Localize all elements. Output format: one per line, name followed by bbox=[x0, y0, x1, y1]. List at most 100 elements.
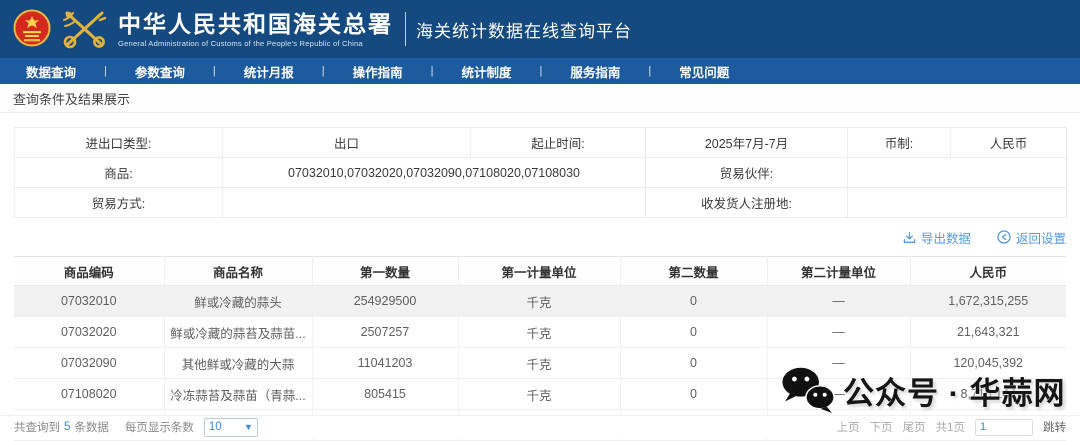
agency-title-block: 中华人民共和国海关总署 General Administration of Cu… bbox=[118, 11, 393, 48]
query-label-trade-mode: 贸易方式: bbox=[15, 188, 223, 218]
page-jump-input[interactable] bbox=[975, 419, 1033, 436]
cell-first-quantity: 805415 bbox=[312, 379, 458, 410]
nav-separator: | bbox=[322, 65, 325, 77]
cell-commodity-name: 鲜或冷藏的蒜苔及蒜苗... bbox=[164, 317, 312, 348]
table-row[interactable]: 07032020 鲜或冷藏的蒜苔及蒜苗... 2507257 千克 0 — 21… bbox=[14, 317, 1066, 348]
nav-separator: | bbox=[104, 65, 107, 77]
return-settings-label: 返回设置 bbox=[1016, 228, 1066, 247]
agency-title-en: General Administration of Customs of the… bbox=[118, 39, 393, 48]
cell-rmb: 21,643,321 bbox=[910, 317, 1066, 348]
last-page-button[interactable]: 尾页 bbox=[903, 419, 926, 435]
query-label-currency: 币制: bbox=[848, 128, 951, 158]
cell-second-quantity: 0 bbox=[620, 348, 767, 379]
query-label-commodity: 商品: bbox=[15, 158, 223, 188]
cell-commodity-code: 07032090 bbox=[14, 348, 164, 379]
national-emblem-icon bbox=[12, 9, 52, 49]
nav-separator: | bbox=[431, 65, 434, 77]
cell-second-unit: — bbox=[767, 286, 910, 317]
total-prefix: 共查询到 bbox=[14, 419, 60, 435]
col-header-commodity-code: 商品编码 bbox=[14, 257, 164, 286]
query-label-date-range: 起止时间: bbox=[471, 128, 646, 158]
total-suffix: 条数据 bbox=[74, 419, 109, 435]
col-header-first-quantity: 第一数量 bbox=[312, 257, 458, 286]
cell-commodity-code: 07032020 bbox=[14, 317, 164, 348]
cell-second-unit: — bbox=[767, 317, 910, 348]
col-header-first-unit: 第一计量单位 bbox=[458, 257, 620, 286]
query-value-currency: 人民币 bbox=[951, 128, 1067, 158]
results-table: 商品编码 商品名称 第一数量 第一计量单位 第二数量 第二计量单位 人民币 07… bbox=[14, 256, 1066, 441]
query-label-io-type: 进出口类型: bbox=[15, 128, 223, 158]
nav-separator: | bbox=[540, 65, 543, 77]
cell-commodity-name: 其他鲜或冷藏的大蒜 bbox=[164, 348, 312, 379]
footer-bar: 共查询到 5 条数据 每页显示条数 10 ▼ 上页 下页 尾页 共1页 跳转 bbox=[0, 415, 1080, 438]
export-data-label: 导出数据 bbox=[921, 228, 971, 247]
main-nav: 数据查询 | 参数查询 | 统计月报 | 操作指南 | 统计制度 | 服务指南 … bbox=[0, 58, 1080, 84]
total-count: 5 bbox=[64, 421, 70, 433]
query-value-date-range: 2025年7月-7月 bbox=[646, 128, 848, 158]
cell-second-unit: — bbox=[767, 348, 910, 379]
next-page-button[interactable]: 下页 bbox=[870, 419, 893, 435]
cell-commodity-name: 冷冻蒜苔及蒜苗（青蒜... bbox=[164, 379, 312, 410]
nav-item-operation-guide[interactable]: 操作指南 bbox=[349, 62, 407, 81]
nav-item-statistic-system[interactable]: 统计制度 bbox=[458, 62, 516, 81]
query-value-registration-place bbox=[848, 188, 1067, 218]
query-conditions-table: 进出口类型: 出口 起止时间: 2025年7月-7月 币制: 人民币 商品: 0… bbox=[14, 127, 1067, 218]
dropdown-caret-icon: ▼ bbox=[244, 422, 253, 432]
query-value-commodity: 07032010,07032020,07032090,07108020,0710… bbox=[223, 158, 646, 188]
cell-first-unit: 千克 bbox=[458, 317, 620, 348]
nav-item-param-query[interactable]: 参数查询 bbox=[131, 62, 189, 81]
query-row: 贸易方式: 收发货人注册地: bbox=[15, 188, 1067, 218]
per-page-label: 每页显示条数 bbox=[125, 419, 194, 435]
table-row[interactable]: 07032010 鲜或冷藏的蒜头 254929500 千克 0 — 1,672,… bbox=[14, 286, 1066, 317]
prev-page-button[interactable]: 上页 bbox=[837, 419, 860, 435]
jump-button[interactable]: 跳转 bbox=[1043, 419, 1066, 435]
customs-key-icon bbox=[58, 6, 110, 52]
nav-item-data-query[interactable]: 数据查询 bbox=[22, 62, 80, 81]
cell-second-quantity: 0 bbox=[620, 317, 767, 348]
query-value-trade-mode bbox=[223, 188, 646, 218]
nav-item-monthly-report[interactable]: 统计月报 bbox=[240, 62, 298, 81]
result-summary: 共查询到 5 条数据 每页显示条数 10 ▼ bbox=[14, 418, 258, 437]
table-row[interactable]: 07108020 冷冻蒜苔及蒜苗（青蒜... 805415 千克 0 — 8,7… bbox=[14, 379, 1066, 410]
download-icon bbox=[903, 231, 916, 244]
per-page-select[interactable]: 10 ▼ bbox=[204, 418, 258, 437]
query-row: 商品: 07032010,07032020,07032090,07108020,… bbox=[15, 158, 1067, 188]
nav-item-faq[interactable]: 常见问题 bbox=[675, 62, 733, 81]
cell-first-quantity: 254929500 bbox=[312, 286, 458, 317]
cell-first-unit: 千克 bbox=[458, 379, 620, 410]
cell-second-unit: — bbox=[767, 379, 910, 410]
col-header-second-unit: 第二计量单位 bbox=[767, 257, 910, 286]
breadcrumb: 查询条件及结果展示 bbox=[0, 84, 1080, 113]
query-row: 进出口类型: 出口 起止时间: 2025年7月-7月 币制: 人民币 bbox=[15, 128, 1067, 158]
return-settings-button[interactable]: 返回设置 bbox=[997, 228, 1066, 247]
col-header-second-quantity: 第二数量 bbox=[620, 257, 767, 286]
cell-commodity-code: 07032010 bbox=[14, 286, 164, 317]
table-row[interactable]: 07032090 其他鲜或冷藏的大蒜 11041203 千克 0 — 120,0… bbox=[14, 348, 1066, 379]
header-divider bbox=[405, 12, 406, 46]
query-value-io-type: 出口 bbox=[223, 128, 471, 158]
results-header-row: 商品编码 商品名称 第一数量 第一计量单位 第二数量 第二计量单位 人民币 bbox=[14, 257, 1066, 286]
total-pages-label: 共1页 bbox=[936, 419, 965, 435]
nav-item-service-guide[interactable]: 服务指南 bbox=[566, 62, 624, 81]
back-arrow-icon bbox=[997, 230, 1011, 244]
col-header-commodity-name: 商品名称 bbox=[164, 257, 312, 286]
cell-first-unit: 千克 bbox=[458, 286, 620, 317]
pagination: 上页 下页 尾页 共1页 跳转 bbox=[837, 419, 1066, 436]
query-label-trade-partner: 贸易伙伴: bbox=[646, 158, 848, 188]
platform-title: 海关统计数据在线查询平台 bbox=[416, 17, 632, 42]
cell-first-unit: 千克 bbox=[458, 348, 620, 379]
cell-second-quantity: 0 bbox=[620, 286, 767, 317]
cell-commodity-code: 07108020 bbox=[14, 379, 164, 410]
cell-first-quantity: 11041203 bbox=[312, 348, 458, 379]
export-data-button[interactable]: 导出数据 bbox=[903, 228, 971, 247]
main-content: 进出口类型: 出口 起止时间: 2025年7月-7月 币制: 人民币 商品: 0… bbox=[0, 113, 1080, 441]
nav-separator: | bbox=[648, 65, 651, 77]
per-page-value: 10 bbox=[209, 421, 222, 433]
table-actions: 导出数据 返回设置 bbox=[14, 227, 1066, 247]
nav-separator: | bbox=[213, 65, 216, 77]
cell-first-quantity: 2507257 bbox=[312, 317, 458, 348]
agency-title-cn: 中华人民共和国海关总署 bbox=[118, 11, 393, 37]
cell-rmb: 8,716,144 bbox=[910, 379, 1066, 410]
cell-second-quantity: 0 bbox=[620, 379, 767, 410]
cell-commodity-name: 鲜或冷藏的蒜头 bbox=[164, 286, 312, 317]
